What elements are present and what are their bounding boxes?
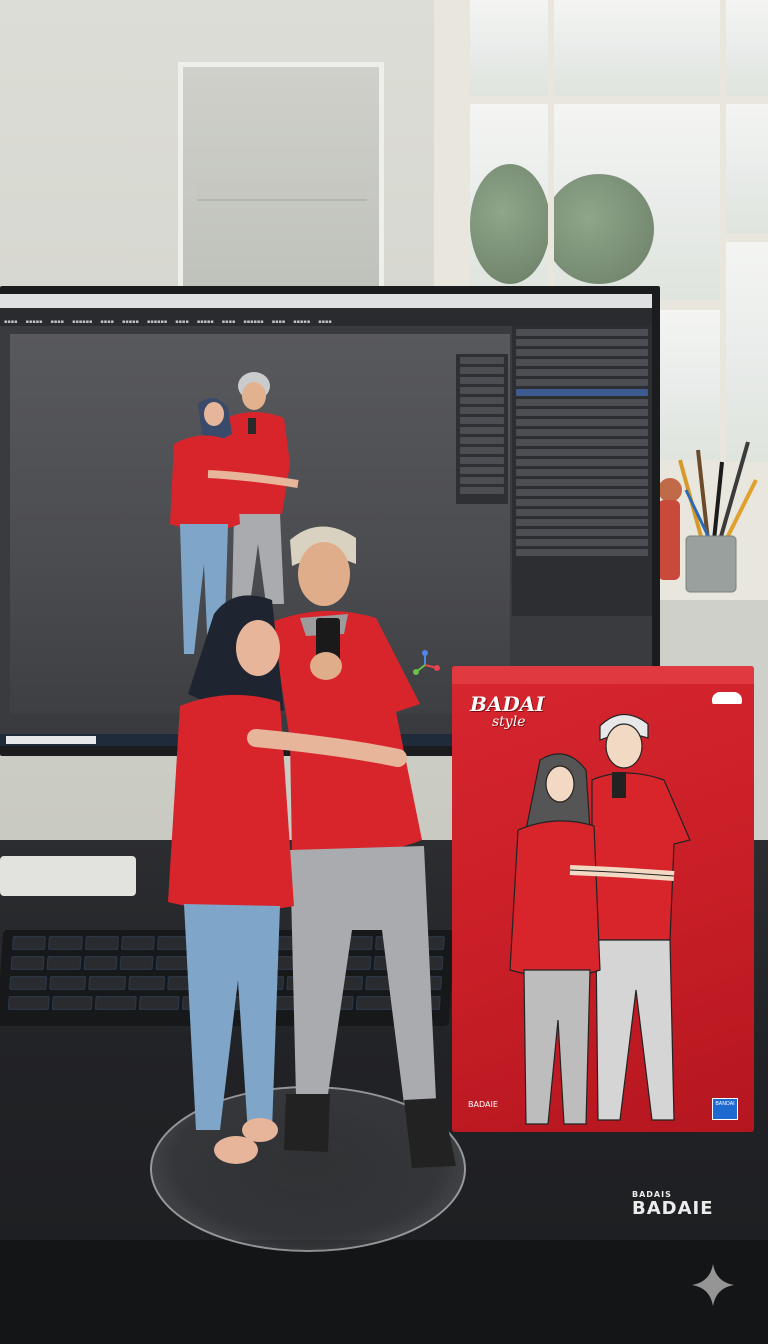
window-pane bbox=[726, 104, 768, 234]
taskbar-search[interactable] bbox=[6, 736, 96, 744]
power-strip bbox=[0, 856, 136, 896]
window-pane bbox=[554, 104, 720, 300]
window-pane bbox=[470, 0, 548, 96]
window-pane bbox=[726, 0, 768, 96]
wall-mirror bbox=[178, 62, 384, 298]
sparkle-icon bbox=[692, 1264, 734, 1306]
box-corner-logo: BANDAI bbox=[712, 1098, 738, 1120]
box-top-edge bbox=[452, 666, 754, 684]
outliner-panel[interactable] bbox=[456, 354, 508, 504]
app-titlebar bbox=[0, 294, 652, 308]
box-illustration bbox=[509, 713, 691, 1125]
window-pane bbox=[660, 310, 720, 460]
window-pane bbox=[554, 0, 720, 96]
box-corner-logo-text: BANDAI bbox=[715, 1101, 735, 1107]
photo-scene: ▪▪▪▪ ▪▪▪▪▪ ▪▪▪▪ ▪▪▪▪▪▪ ▪▪▪▪ ▪▪▪▪▪ ▪▪▪▪▪▪ ▪▪▪▪ ▪▪… bbox=[0, 0, 768, 1344]
window-pane bbox=[470, 104, 548, 300]
tree-foliage bbox=[470, 164, 548, 284]
properties-panel[interactable] bbox=[512, 326, 652, 616]
mousepad-brand-text: BADAIE bbox=[632, 1198, 714, 1219]
window-pane bbox=[726, 242, 768, 462]
box-brand-badge bbox=[712, 692, 742, 704]
pencil-cup bbox=[658, 441, 758, 593]
app-menubar: ▪▪▪▪ ▪▪▪▪▪ ▪▪▪▪ ▪▪▪▪▪▪ ▪▪▪▪ ▪▪▪▪▪ ▪▪▪▪▪▪ ▪▪▪▪ ▪▪… bbox=[0, 308, 652, 326]
tree-foliage bbox=[554, 174, 654, 284]
box-bottom-text: BADAIE bbox=[468, 1100, 498, 1109]
desk-edge bbox=[0, 1240, 768, 1344]
box-bottom-label: BADAIE bbox=[468, 1100, 498, 1109]
mirror-reflection-shelf bbox=[197, 179, 367, 201]
couple-figurine bbox=[168, 526, 456, 1168]
